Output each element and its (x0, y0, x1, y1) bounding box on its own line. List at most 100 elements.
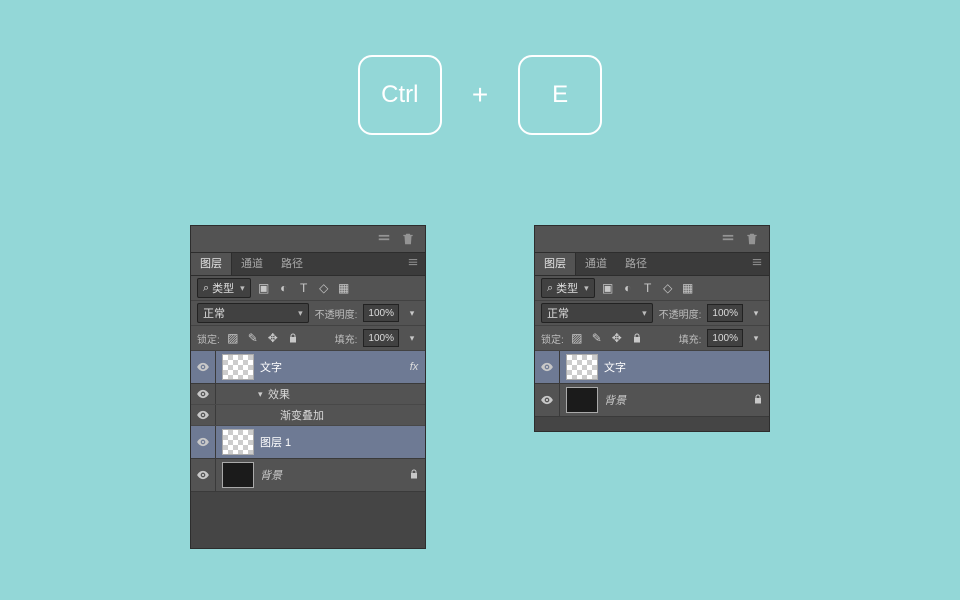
lock-all-icon[interactable] (286, 331, 300, 345)
filter-row: ⌕ 类型 ▾ ▣ ◐ T ◇ ▦ (535, 276, 769, 301)
tab-channels[interactable]: 通道 (576, 253, 616, 275)
layers-empty-area (535, 417, 769, 431)
tab-paths[interactable]: 路径 (272, 253, 312, 275)
filter-type-select[interactable]: ⌕ 类型 ▾ (197, 278, 251, 298)
filter-adjust-icon[interactable]: ◐ (621, 281, 635, 295)
key-ctrl: Ctrl (358, 55, 442, 135)
layers-empty-area (191, 492, 425, 548)
lock-all-icon[interactable] (630, 331, 644, 345)
filter-type-icon[interactable]: T (297, 281, 311, 295)
chevron-down-icon[interactable]: ▾ (749, 331, 763, 345)
visibility-toggle[interactable] (191, 351, 216, 383)
chevron-down-icon: ▾ (642, 308, 647, 319)
lock-paint-icon[interactable]: ✎ (246, 331, 260, 345)
layer-row[interactable]: 文字 fx (191, 351, 425, 384)
layer-thumbnail[interactable] (566, 387, 598, 413)
lock-move-icon[interactable]: ✥ (610, 331, 624, 345)
layer-thumbnail[interactable] (222, 354, 254, 380)
search-icon: ⌕ (203, 282, 209, 295)
tab-layers[interactable]: 图层 (191, 253, 232, 275)
lock-label: 锁定: (541, 331, 564, 346)
visibility-toggle[interactable] (535, 351, 560, 383)
filter-smart-icon[interactable]: ▦ (337, 281, 351, 295)
search-icon: ⌕ (547, 282, 553, 295)
layer-name: 背景 (260, 467, 403, 483)
panel-tabs: 图层 通道 路径 (191, 253, 425, 276)
disclosure-icon: ▾ (258, 389, 268, 400)
fill-label: 填充: (679, 331, 702, 346)
blend-row: 正常 ▾ 不透明度: 100% ▾ (191, 301, 425, 326)
fill-label: 填充: (335, 331, 358, 346)
trash-icon[interactable] (401, 232, 415, 246)
lock-indicator (747, 393, 769, 408)
filter-shape-icon[interactable]: ◇ (317, 281, 331, 295)
opacity-label: 不透明度: (659, 306, 702, 321)
layers-panel-after: 图层 通道 路径 ⌕ 类型 ▾ ▣ ◐ T ◇ ▦ 正常 ▾ 不透明度: 100… (535, 226, 769, 431)
layer-name: 背景 (604, 392, 747, 408)
visibility-toggle[interactable] (191, 459, 216, 491)
filter-pixel-icon[interactable]: ▣ (257, 281, 271, 295)
chevron-down-icon[interactable]: ▾ (749, 306, 763, 320)
panel-menu-icon[interactable] (406, 258, 420, 268)
blend-mode-value: 正常 (547, 305, 569, 321)
chevron-down-icon: ▾ (298, 308, 303, 319)
lock-transparent-icon[interactable]: ▨ (570, 331, 584, 345)
layer-name: 文字 (604, 359, 747, 375)
filter-type-label: 类型 (556, 280, 578, 296)
filter-adjust-icon[interactable]: ◐ (277, 281, 291, 295)
visibility-toggle[interactable] (191, 405, 216, 425)
blend-mode-value: 正常 (203, 305, 225, 321)
layer-row[interactable]: 背景 (191, 459, 425, 492)
opacity-field[interactable]: 100% (363, 304, 399, 322)
lock-row: 锁定: ▨ ✎ ✥ 填充: 100% ▾ (191, 326, 425, 351)
lock-move-icon[interactable]: ✥ (266, 331, 280, 345)
trash-icon[interactable] (745, 232, 759, 246)
panel-tabs: 图层 通道 路径 (535, 253, 769, 276)
layer-effect-item[interactable]: 渐变叠加 (191, 405, 425, 426)
chevron-down-icon[interactable]: ▾ (405, 306, 419, 320)
collapse-icon[interactable] (721, 232, 735, 246)
visibility-toggle[interactable] (535, 384, 560, 416)
filter-type-icon[interactable]: T (641, 281, 655, 295)
layer-name: 文字 (260, 359, 403, 375)
filter-row: ⌕ 类型 ▾ ▣ ◐ T ◇ ▦ (191, 276, 425, 301)
layer-effect-item[interactable]: ▾ 效果 (191, 384, 425, 405)
tab-layers[interactable]: 图层 (535, 253, 576, 275)
lock-indicator (403, 468, 425, 483)
layers-panel-before: 图层 通道 路径 ⌕ 类型 ▾ ▣ ◐ T ◇ ▦ 正常 ▾ 不透明度: 100… (191, 226, 425, 548)
blend-mode-select[interactable]: 正常 ▾ (197, 303, 309, 323)
plus-sign: + (472, 79, 488, 111)
tab-channels[interactable]: 通道 (232, 253, 272, 275)
chevron-down-icon[interactable]: ▾ (405, 331, 419, 345)
lock-label: 锁定: (197, 331, 220, 346)
collapse-icon[interactable] (377, 232, 391, 246)
filter-pixel-icon[interactable]: ▣ (601, 281, 615, 295)
shortcut-display: Ctrl + E (0, 55, 960, 135)
chevron-down-icon: ▾ (240, 283, 245, 294)
panel-menu-icon[interactable] (750, 258, 764, 268)
key-e: E (518, 55, 602, 135)
layer-thumbnail[interactable] (566, 354, 598, 380)
filter-type-label: 类型 (212, 280, 234, 296)
chevron-down-icon: ▾ (584, 283, 589, 294)
blend-row: 正常 ▾ 不透明度: 100% ▾ (535, 301, 769, 326)
visibility-toggle[interactable] (191, 426, 216, 458)
layer-row[interactable]: 图层 1 (191, 426, 425, 459)
fx-indicator[interactable]: fx (403, 361, 425, 373)
layer-thumbnail[interactable] (222, 429, 254, 455)
blend-mode-select[interactable]: 正常 ▾ (541, 303, 653, 323)
opacity-field[interactable]: 100% (707, 304, 743, 322)
layer-row[interactable]: 背景 (535, 384, 769, 417)
filter-type-select[interactable]: ⌕ 类型 ▾ (541, 278, 595, 298)
layer-row[interactable]: 文字 (535, 351, 769, 384)
lock-transparent-icon[interactable]: ▨ (226, 331, 240, 345)
filter-smart-icon[interactable]: ▦ (681, 281, 695, 295)
filter-shape-icon[interactable]: ◇ (661, 281, 675, 295)
fill-field[interactable]: 100% (363, 329, 399, 347)
layers-list: 文字 fx ▾ 效果 渐变叠加 图层 1 背景 (191, 351, 425, 492)
tab-paths[interactable]: 路径 (616, 253, 656, 275)
visibility-toggle[interactable] (191, 384, 216, 404)
fill-field[interactable]: 100% (707, 329, 743, 347)
lock-paint-icon[interactable]: ✎ (590, 331, 604, 345)
layer-thumbnail[interactable] (222, 462, 254, 488)
